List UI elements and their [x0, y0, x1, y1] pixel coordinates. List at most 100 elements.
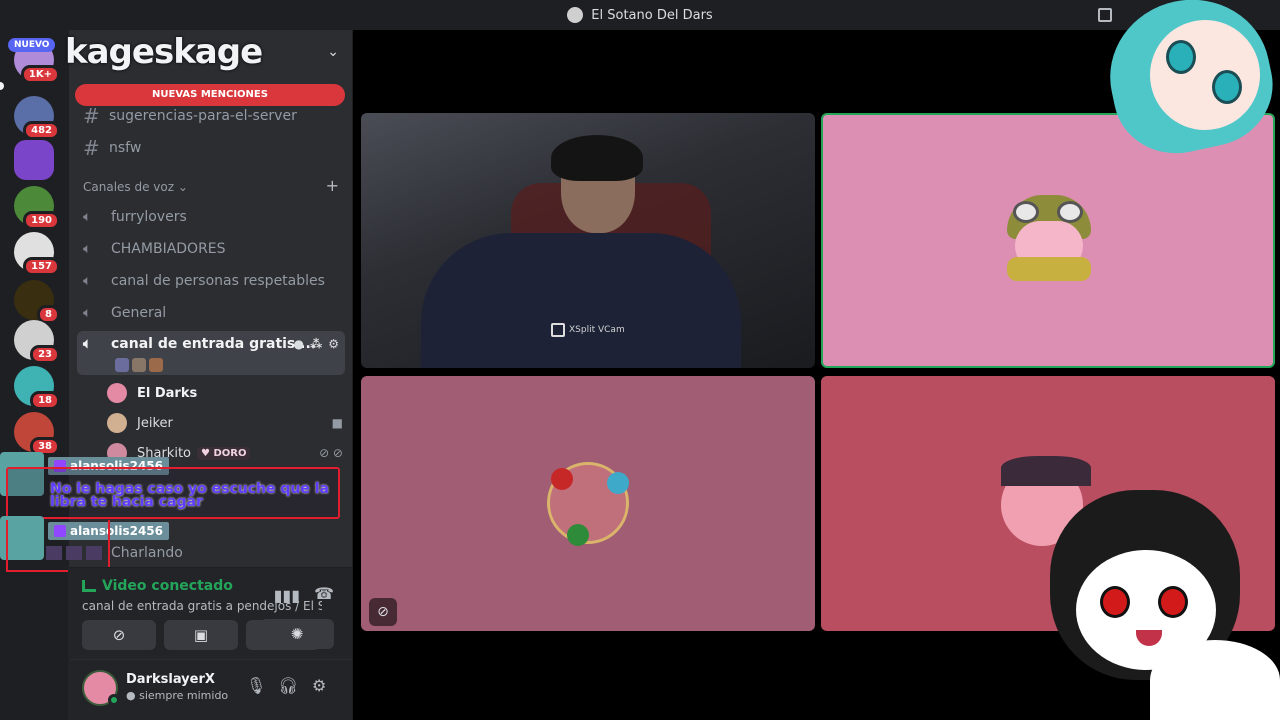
voice-category-header[interactable]: Canales de voz ⌄ +	[83, 176, 339, 195]
server-icon-5[interactable]: 157	[14, 232, 60, 276]
server-header[interactable]: kageskage ⌄	[65, 30, 353, 74]
activity-avatar	[115, 358, 129, 372]
title-bar: El Sotano Del Dars	[0, 0, 1280, 30]
flower-decoration	[607, 472, 629, 494]
avatar	[107, 413, 127, 433]
mention-badge: 18	[30, 391, 60, 410]
chevron-down-icon: ⌄	[327, 44, 339, 60]
horns-decoration	[1001, 456, 1091, 486]
camera-off-icon: ⊘	[112, 626, 126, 644]
unread-pill	[0, 82, 4, 90]
overlay-message-text: No le hagas caso yo escuche que la libra…	[50, 481, 329, 510]
flower-decoration	[551, 468, 573, 490]
channel-label: canal de personas respetables	[111, 273, 325, 289]
channel-label: furrylovers	[111, 209, 187, 225]
emote	[66, 546, 82, 560]
member-name: Jeiker	[137, 415, 173, 431]
video-camera-icon: ■	[331, 416, 343, 430]
voice-member[interactable]: El Darks	[107, 380, 343, 406]
signal-icon	[82, 580, 96, 592]
server-mini-icon	[567, 7, 584, 23]
voice-channel-item[interactable]: 🔈︎ General	[77, 299, 345, 327]
server-icon-2[interactable]: 482	[14, 96, 60, 140]
chat-bubble-icon[interactable]: ●	[293, 337, 303, 351]
server-icon-7[interactable]: 23	[14, 320, 60, 364]
video-tile-camera[interactable]: XSplit VCam	[361, 113, 815, 368]
channel-label: Charlando	[111, 545, 183, 561]
speaker-icon: 🔈︎	[83, 273, 92, 289]
channel-label: canal de entrada gratis ...	[111, 336, 317, 352]
channel-item[interactable]: # sugerencias-para-el-server	[77, 102, 345, 130]
headphones-icon[interactable]: 🎧︎	[278, 676, 298, 695]
avatar	[107, 383, 127, 403]
window-title: El Sotano Del Dars	[591, 7, 713, 23]
custom-status: ● siempre mimido	[126, 689, 229, 702]
emote	[46, 546, 62, 560]
mention-badge: 482	[23, 121, 60, 140]
soundboard-button[interactable]: ✺	[260, 619, 334, 649]
voice-channel-item[interactable]: 🔈︎ CHAMBIADORES	[77, 235, 345, 263]
voice-channel-item[interactable]: 🔈︎ Charlando	[77, 539, 345, 567]
channel-activity-avatars	[115, 358, 163, 372]
server-name: kageskage	[65, 32, 263, 72]
speaker-icon: 🔈︎	[83, 305, 92, 321]
overlay-emotes	[46, 546, 102, 560]
server-icon-8[interactable]: 18	[14, 366, 60, 410]
mention-badge: 190	[23, 211, 60, 230]
xsplit-logo-icon	[551, 323, 565, 337]
invite-icon[interactable]: ⁂	[310, 337, 322, 351]
screen-share-button[interactable]: ▣	[164, 620, 238, 650]
activity-avatar	[149, 358, 163, 372]
channel-label: nsfw	[109, 140, 142, 156]
mic-muted-icon: ⊘ ⊘	[319, 446, 343, 460]
voice-member[interactable]: Jeiker ■	[107, 410, 343, 436]
add-channel-icon[interactable]: +	[326, 176, 339, 195]
voice-channel-item[interactable]: 🔈︎ canal de personas respetables	[77, 267, 345, 295]
activity-avatar	[132, 358, 146, 372]
speaker-icon: 🔈︎	[83, 209, 92, 225]
server-icon-4[interactable]: 190	[14, 186, 60, 230]
server-rail: 1K+ 482 190 157 8 23 18 38	[0, 30, 68, 720]
gear-icon[interactable]: ⚙	[328, 337, 339, 351]
member-name: El Darks	[137, 385, 198, 401]
flower-decoration	[567, 524, 589, 546]
server-icon-9[interactable]: 38	[14, 412, 60, 456]
speaker-icon: 🔈︎	[83, 241, 92, 257]
microphone-icon[interactable]: 🎙︎	[246, 676, 266, 695]
new-badge: NUEVO	[8, 38, 56, 52]
camera-watermark: XSplit VCam	[551, 323, 625, 337]
camera-off-indicator-icon: ⊘	[369, 598, 397, 626]
voice-status[interactable]: Video conectado	[82, 578, 233, 594]
camera-toggle-button[interactable]: ⊘	[82, 620, 156, 650]
overlay-message-box: No le hagas caso yo escuche que la libra…	[6, 467, 340, 519]
disconnect-icon[interactable]: ☎	[314, 584, 334, 603]
settings-gear-icon[interactable]: ⚙	[312, 676, 326, 695]
server-icon-3[interactable]	[14, 140, 54, 180]
person-hair	[551, 135, 643, 181]
user-panel: DarkslayerX ● siempre mimido 🎙︎ 🎧︎ ⚙	[68, 660, 352, 720]
hash-icon: #	[83, 104, 100, 128]
frog-hat-avatar	[1007, 195, 1091, 285]
username[interactable]: DarkslayerX	[126, 672, 215, 687]
video-tile-avatar[interactable]	[361, 376, 815, 631]
channel-label: General	[111, 305, 167, 321]
mention-badge: 157	[23, 257, 60, 276]
member-tag: ♥ DORO	[197, 446, 251, 460]
voice-channel-item[interactable]: 🔈︎ furrylovers	[77, 203, 345, 231]
anime-sticker-top	[1096, 0, 1280, 170]
discord-window: El Sotano Del Dars 1K+ 482 190 157 8 23 …	[0, 0, 1280, 720]
anime-sticker-bottom	[1040, 490, 1280, 720]
mention-badge: 1K+	[20, 65, 60, 84]
channel-item[interactable]: # nsfw	[77, 134, 345, 162]
speaker-icon: 🔈︎	[83, 336, 92, 352]
screen-share-icon: ▣	[193, 626, 209, 644]
channel-label: sugerencias-para-el-server	[109, 108, 297, 124]
online-status-dot	[108, 694, 120, 706]
soundboard-icon: ✺	[290, 625, 304, 643]
channel-label: CHAMBIADORES	[111, 241, 226, 257]
mention-badge: 23	[30, 345, 60, 364]
server-icon-6[interactable]: 8	[14, 280, 60, 324]
person-body	[421, 233, 741, 368]
emote	[86, 546, 102, 560]
noise-suppression-icon[interactable]: ▮▮▮	[274, 586, 300, 605]
